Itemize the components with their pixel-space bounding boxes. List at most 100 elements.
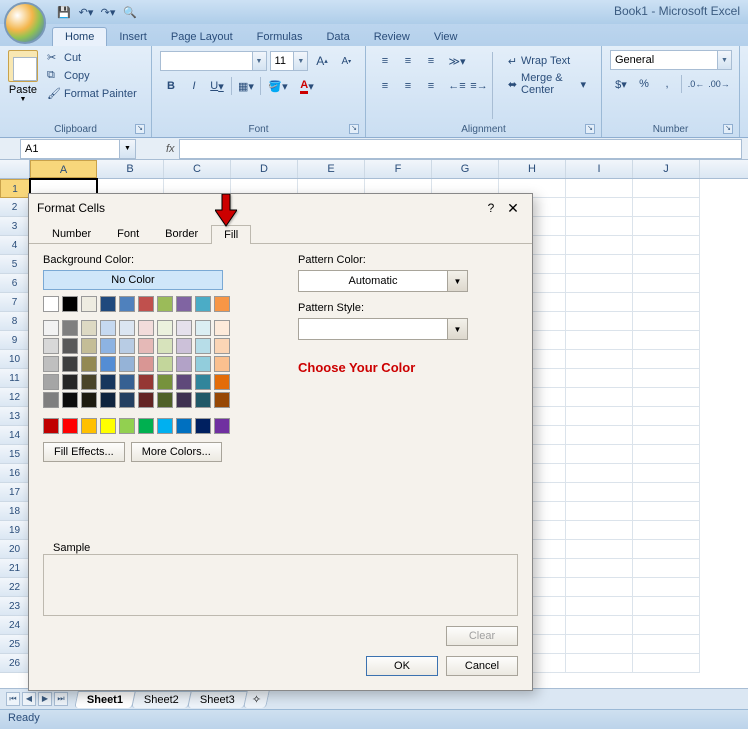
sheet-nav-last[interactable]: ⏭ <box>54 692 68 706</box>
row-header-23[interactable]: 23 <box>0 597 30 616</box>
cell[interactable] <box>566 388 633 407</box>
ok-button[interactable]: OK <box>366 656 438 676</box>
cell[interactable] <box>566 521 633 540</box>
color-swatch[interactable] <box>43 418 59 434</box>
color-swatch[interactable] <box>214 320 230 336</box>
sheet-nav-first[interactable]: ⏮ <box>6 692 20 706</box>
wrap-text-button[interactable]: ↵Wrap Text <box>501 50 593 72</box>
more-colors-button[interactable]: More Colors... <box>131 442 222 462</box>
sheet-nav-next[interactable]: ▶ <box>38 692 52 706</box>
cell[interactable] <box>633 445 700 464</box>
cell[interactable] <box>566 635 633 654</box>
cell[interactable] <box>566 179 633 198</box>
cell[interactable] <box>566 217 633 236</box>
align-right[interactable]: ≡ <box>420 75 442 97</box>
row-header-7[interactable]: 7 <box>0 293 30 312</box>
column-header-G[interactable]: G <box>432 160 499 178</box>
color-swatch[interactable] <box>43 296 59 312</box>
tab-home[interactable]: Home <box>52 27 107 46</box>
color-swatch[interactable] <box>43 374 59 390</box>
color-swatch[interactable] <box>119 418 135 434</box>
color-swatch[interactable] <box>157 338 173 354</box>
name-box-dropdown[interactable]: ▼ <box>120 139 136 159</box>
font-color-button[interactable]: A▾ <box>293 75 321 97</box>
row-header-12[interactable]: 12 <box>0 388 30 407</box>
row-header-5[interactable]: 5 <box>0 255 30 274</box>
color-swatch[interactable] <box>138 338 154 354</box>
align-left[interactable]: ≡ <box>374 75 396 97</box>
cancel-button[interactable]: Cancel <box>446 656 518 676</box>
tab-view[interactable]: View <box>422 28 470 46</box>
tab-review[interactable]: Review <box>362 28 422 46</box>
color-swatch[interactable] <box>195 296 211 312</box>
clear-button[interactable]: Clear <box>446 626 518 646</box>
color-swatch[interactable] <box>81 374 97 390</box>
cell[interactable] <box>566 407 633 426</box>
row-header-9[interactable]: 9 <box>0 331 30 350</box>
color-swatch[interactable] <box>62 338 78 354</box>
color-swatch[interactable] <box>62 296 78 312</box>
fill-color-button[interactable]: 🪣▾ <box>264 75 292 97</box>
color-swatch[interactable] <box>62 320 78 336</box>
column-header-J[interactable]: J <box>633 160 700 178</box>
color-swatch[interactable] <box>100 296 116 312</box>
color-swatch[interactable] <box>157 392 173 408</box>
row-header-4[interactable]: 4 <box>0 236 30 255</box>
color-swatch[interactable] <box>119 296 135 312</box>
color-swatch[interactable] <box>100 356 116 372</box>
row-header-20[interactable]: 20 <box>0 540 30 559</box>
sheet-nav-prev[interactable]: ◀ <box>22 692 36 706</box>
align-bottom[interactable]: ≡ <box>420 50 442 72</box>
row-header-24[interactable]: 24 <box>0 616 30 635</box>
cell[interactable] <box>566 293 633 312</box>
grow-font-button[interactable]: A▴ <box>311 50 332 72</box>
column-header-D[interactable]: D <box>231 160 298 178</box>
cell[interactable] <box>633 255 700 274</box>
cell[interactable] <box>633 369 700 388</box>
cell[interactable] <box>566 274 633 293</box>
color-swatch[interactable] <box>43 338 59 354</box>
color-swatch[interactable] <box>214 338 230 354</box>
color-swatch[interactable] <box>62 356 78 372</box>
cell[interactable] <box>633 502 700 521</box>
row-header-8[interactable]: 8 <box>0 312 30 331</box>
fx-icon[interactable]: fx <box>166 143 175 155</box>
sheet-tab-3[interactable]: Sheet3 <box>187 691 247 708</box>
color-swatch[interactable] <box>100 418 116 434</box>
decrease-decimal[interactable]: .00→ <box>708 73 730 95</box>
cell[interactable] <box>566 483 633 502</box>
paste-button[interactable]: Paste <box>9 84 37 96</box>
color-swatch[interactable] <box>176 296 192 312</box>
color-swatch[interactable] <box>214 296 230 312</box>
undo-icon[interactable]: ↶▾ <box>78 4 94 20</box>
color-swatch[interactable] <box>195 356 211 372</box>
row-header-1[interactable]: 1 <box>0 179 30 198</box>
column-header-C[interactable]: C <box>164 160 231 178</box>
cell[interactable] <box>633 217 700 236</box>
cell[interactable] <box>566 559 633 578</box>
cell[interactable] <box>566 578 633 597</box>
color-swatch[interactable] <box>195 418 211 434</box>
tab-data[interactable]: Data <box>314 28 361 46</box>
row-header-15[interactable]: 15 <box>0 445 30 464</box>
clipboard-launcher[interactable]: ↘ <box>135 124 145 134</box>
font-size-combo[interactable]: 11▼ <box>270 51 309 71</box>
cell[interactable] <box>633 331 700 350</box>
color-swatch[interactable] <box>81 320 97 336</box>
row-header-18[interactable]: 18 <box>0 502 30 521</box>
color-swatch[interactable] <box>195 392 211 408</box>
cell[interactable] <box>566 654 633 673</box>
color-swatch[interactable] <box>81 356 97 372</box>
cell[interactable] <box>566 616 633 635</box>
cell[interactable] <box>633 578 700 597</box>
color-swatch[interactable] <box>119 338 135 354</box>
row-header-3[interactable]: 3 <box>0 217 30 236</box>
row-header-13[interactable]: 13 <box>0 407 30 426</box>
color-swatch[interactable] <box>176 374 192 390</box>
color-swatch[interactable] <box>176 338 192 354</box>
color-swatch[interactable] <box>138 374 154 390</box>
cell[interactable] <box>566 426 633 445</box>
redo-icon[interactable]: ↷▾ <box>100 4 116 20</box>
percent-button[interactable]: % <box>633 73 655 95</box>
color-swatch[interactable] <box>176 356 192 372</box>
